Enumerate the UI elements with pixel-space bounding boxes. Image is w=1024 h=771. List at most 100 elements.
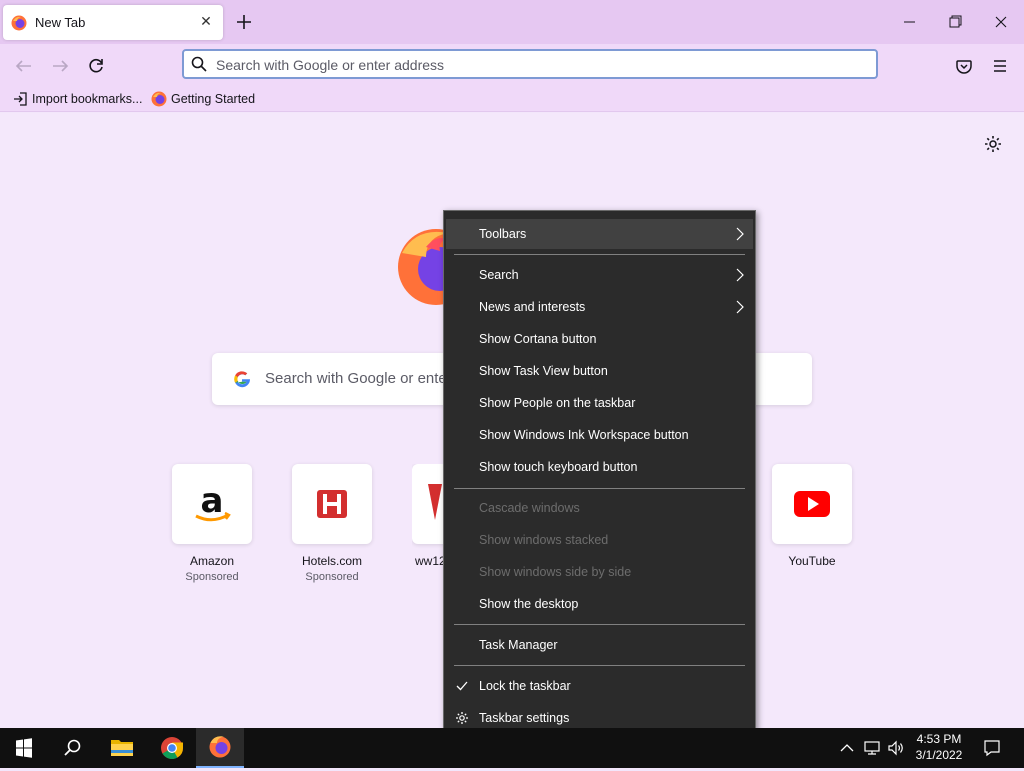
- menu-item-show-ink-workspace[interactable]: Show Windows Ink Workspace button: [446, 420, 753, 450]
- menu-item-label: News and interests: [479, 300, 586, 314]
- chrome-icon[interactable]: [148, 728, 196, 768]
- menu-item-label: Show windows side by side: [479, 565, 632, 579]
- back-arrow-icon[interactable]: [10, 52, 38, 80]
- volume-icon[interactable]: [886, 738, 906, 758]
- menu-item-news-and-interests[interactable]: News and interests: [446, 292, 753, 322]
- window-close-icon[interactable]: [978, 0, 1024, 44]
- navigation-toolbar: [0, 44, 1024, 86]
- google-icon: [234, 371, 251, 388]
- clock-time: 4:53 PM: [916, 732, 962, 746]
- hamburger-menu-icon[interactable]: [986, 52, 1014, 80]
- firefox-icon: [209, 736, 231, 758]
- menu-item-label: Toolbars: [479, 227, 527, 241]
- shortcut-name: Hotels.com: [301, 554, 363, 568]
- shortcut-name: Amazon: [189, 554, 235, 568]
- search-icon: [191, 56, 207, 72]
- pocket-icon[interactable]: [950, 52, 978, 80]
- forward-arrow-icon[interactable]: [46, 52, 74, 80]
- sponsored-label: Sponsored: [305, 571, 359, 583]
- tab-close-icon[interactable]: ✕: [197, 12, 215, 30]
- address-input[interactable]: [216, 55, 856, 75]
- menu-item-search[interactable]: Search: [446, 260, 753, 290]
- youtube-icon: [794, 491, 830, 517]
- gear-icon: [456, 712, 468, 724]
- site-icon: [428, 484, 442, 520]
- tab-new-tab[interactable]: New Tab ✕: [3, 5, 223, 40]
- shortcut-tile[interactable]: [412, 464, 444, 544]
- menu-item-label: Taskbar settings: [479, 711, 570, 725]
- hotels-icon: [317, 490, 347, 518]
- firefox-icon: [151, 91, 167, 107]
- bookmark-import[interactable]: Import bookmarks...: [12, 90, 142, 108]
- menu-separator: [454, 665, 745, 666]
- taskbar-context-menu: Toolbars Search News and interests Show …: [443, 210, 756, 744]
- menu-item-windows-side-by-side: Show windows side by side: [446, 557, 753, 587]
- taskbar-search-icon[interactable]: [48, 728, 96, 768]
- menu-item-show-desktop[interactable]: Show the desktop: [446, 589, 753, 619]
- search-placeholder: Search with Google or ente: [265, 370, 447, 387]
- menu-separator: [454, 624, 745, 625]
- menu-item-show-task-view[interactable]: Show Task View button: [446, 356, 753, 386]
- menu-item-label: Lock the taskbar: [479, 679, 571, 693]
- tab-title: New Tab: [35, 15, 86, 30]
- shortcut-ww12[interactable]: ww12: [412, 464, 444, 568]
- menu-item-label: Show the desktop: [479, 597, 579, 611]
- menu-item-show-touch-keyboard[interactable]: Show touch keyboard button: [446, 452, 753, 482]
- title-bar: New Tab ✕: [0, 0, 1024, 44]
- windows-taskbar: 4:53 PM 3/1/2022: [0, 728, 1024, 768]
- menu-item-label: Show Windows Ink Workspace button: [479, 428, 689, 442]
- new-tab-plus-icon[interactable]: [234, 12, 254, 32]
- checkmark-icon: [456, 681, 468, 691]
- menu-item-label: Show People on the taskbar: [479, 396, 636, 410]
- menu-item-label: Show Task View button: [479, 364, 608, 378]
- amazon-icon: a: [195, 481, 231, 522]
- menu-item-toolbars[interactable]: Toolbars: [446, 219, 753, 249]
- reload-icon[interactable]: [82, 52, 110, 80]
- shortcut-tile[interactable]: [772, 464, 852, 544]
- bookmark-label: Import bookmarks...: [32, 92, 143, 106]
- menu-item-label: Show Cortana button: [479, 332, 597, 346]
- file-explorer-icon[interactable]: [98, 728, 146, 768]
- system-clock[interactable]: 4:53 PM 3/1/2022: [906, 731, 972, 763]
- show-hidden-icons-chevron-up-icon[interactable]: [838, 738, 856, 758]
- menu-item-windows-stacked: Show windows stacked: [446, 525, 753, 555]
- chevron-right-icon: [736, 300, 744, 314]
- chevron-right-icon: [736, 268, 744, 282]
- bookmark-getting-started[interactable]: Getting Started: [151, 90, 255, 108]
- menu-item-label: Task Manager: [479, 638, 558, 652]
- gear-icon[interactable]: [983, 134, 1003, 154]
- firefox-icon: [11, 15, 27, 31]
- menu-item-cascade-windows: Cascade windows: [446, 493, 753, 523]
- chevron-right-icon: [736, 227, 744, 241]
- action-center-notification-icon[interactable]: [982, 738, 1002, 758]
- menu-item-label: Show touch keyboard button: [479, 460, 638, 474]
- menu-item-show-cortana[interactable]: Show Cortana button: [446, 324, 753, 354]
- import-icon: [14, 92, 27, 106]
- taskbar-firefox-button[interactable]: [196, 728, 244, 768]
- menu-item-label: Search: [479, 268, 519, 282]
- bookmarks-toolbar: Import bookmarks... Getting Started: [0, 86, 1024, 112]
- restore-icon[interactable]: [932, 0, 978, 44]
- minimize-icon[interactable]: [886, 0, 932, 44]
- shortcut-tile[interactable]: a: [172, 464, 252, 544]
- menu-item-lock-taskbar[interactable]: Lock the taskbar: [446, 671, 753, 701]
- menu-separator: [454, 254, 745, 255]
- shortcut-tile[interactable]: [292, 464, 372, 544]
- network-icon[interactable]: [862, 738, 882, 758]
- shortcut-youtube[interactable]: YouTube: [772, 464, 852, 568]
- menu-item-task-manager[interactable]: Task Manager: [446, 630, 753, 660]
- address-bar[interactable]: [182, 49, 878, 79]
- shortcut-name: YouTube: [788, 554, 836, 568]
- shortcut-name: ww12: [415, 554, 444, 568]
- sponsored-label: Sponsored: [185, 571, 239, 583]
- bookmark-label: Getting Started: [171, 92, 256, 106]
- menu-item-show-people[interactable]: Show People on the taskbar: [446, 388, 753, 418]
- windows-start-icon[interactable]: [0, 728, 48, 768]
- shortcut-hotels[interactable]: Hotels.com Sponsored: [292, 464, 372, 583]
- clock-date: 3/1/2022: [915, 748, 963, 762]
- menu-separator: [454, 488, 745, 489]
- shortcut-amazon[interactable]: a Amazon Sponsored: [172, 464, 252, 583]
- menu-item-label: Cascade windows: [479, 501, 580, 515]
- svg-text:a: a: [201, 481, 224, 521]
- menu-item-label: Show windows stacked: [479, 533, 609, 547]
